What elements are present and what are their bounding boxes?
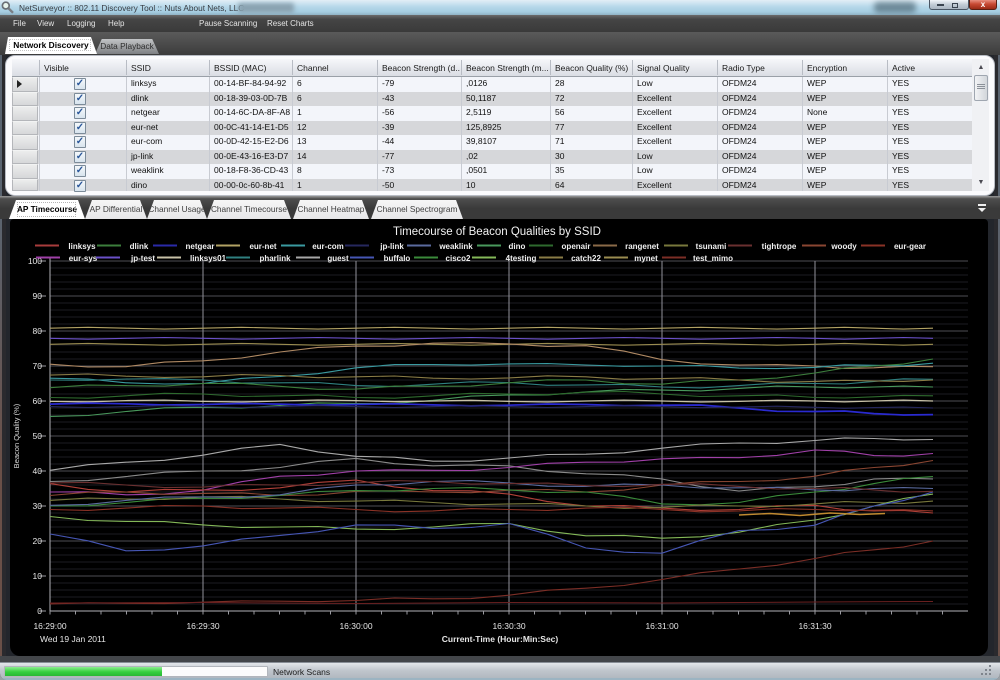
svg-text:pharlink: pharlink [259, 254, 291, 263]
svg-text:buffalo: buffalo [384, 254, 411, 263]
svg-text:70: 70 [33, 361, 43, 371]
svg-text:dino: dino [509, 242, 526, 251]
svg-text:test_mimo: test_mimo [693, 254, 733, 263]
svg-text:openair: openair [562, 242, 591, 251]
svg-text:16:31:30: 16:31:30 [798, 621, 831, 631]
svg-text:eur-gear: eur-gear [894, 242, 926, 251]
svg-text:16:30:00: 16:30:00 [339, 621, 372, 631]
svg-text:16:29:30: 16:29:30 [186, 621, 219, 631]
svg-text:guest: guest [327, 254, 349, 263]
svg-text:woody: woody [830, 242, 857, 251]
svg-text:20: 20 [33, 536, 43, 546]
svg-text:catch22: catch22 [571, 254, 601, 263]
svg-text:10: 10 [33, 571, 43, 581]
svg-text:30: 30 [33, 501, 43, 511]
svg-text:rangenet: rangenet [625, 242, 659, 251]
svg-text:60: 60 [33, 396, 43, 406]
svg-text:90: 90 [33, 291, 43, 301]
svg-text:Beacon Quality (%): Beacon Quality (%) [12, 403, 21, 468]
svg-text:4testing: 4testing [506, 254, 537, 263]
svg-text:Current-Time (Hour:Min:Sec): Current-Time (Hour:Min:Sec) [442, 634, 559, 644]
svg-text:jp-link: jp-link [379, 242, 404, 251]
svg-text:Timecourse of Beacon Qualities: Timecourse of Beacon Qualities by SSID [393, 226, 601, 238]
svg-text:dlink: dlink [130, 242, 149, 251]
svg-text:16:31:00: 16:31:00 [645, 621, 678, 631]
svg-text:eur-net: eur-net [249, 242, 276, 251]
svg-text:eur-sys: eur-sys [69, 254, 98, 263]
svg-text:16:29:00: 16:29:00 [33, 621, 66, 631]
svg-text:tightrope: tightrope [762, 242, 797, 251]
svg-text:16:30:30: 16:30:30 [492, 621, 525, 631]
svg-text:50: 50 [33, 431, 43, 441]
svg-text:netgear: netgear [186, 242, 215, 251]
svg-text:0: 0 [37, 606, 42, 616]
svg-text:Wed 19 Jan 2011: Wed 19 Jan 2011 [40, 634, 106, 644]
svg-text:cisco2: cisco2 [446, 254, 471, 263]
svg-text:80: 80 [33, 326, 43, 336]
svg-text:weaklink: weaklink [438, 242, 473, 251]
svg-text:40: 40 [33, 466, 43, 476]
svg-text:tsunami: tsunami [696, 242, 727, 251]
svg-text:jp-test: jp-test [130, 254, 155, 263]
svg-text:mynet: mynet [634, 254, 658, 263]
svg-text:linksys: linksys [68, 242, 96, 251]
svg-text:linksys01: linksys01 [190, 254, 227, 263]
svg-text:eur-com: eur-com [312, 242, 344, 251]
